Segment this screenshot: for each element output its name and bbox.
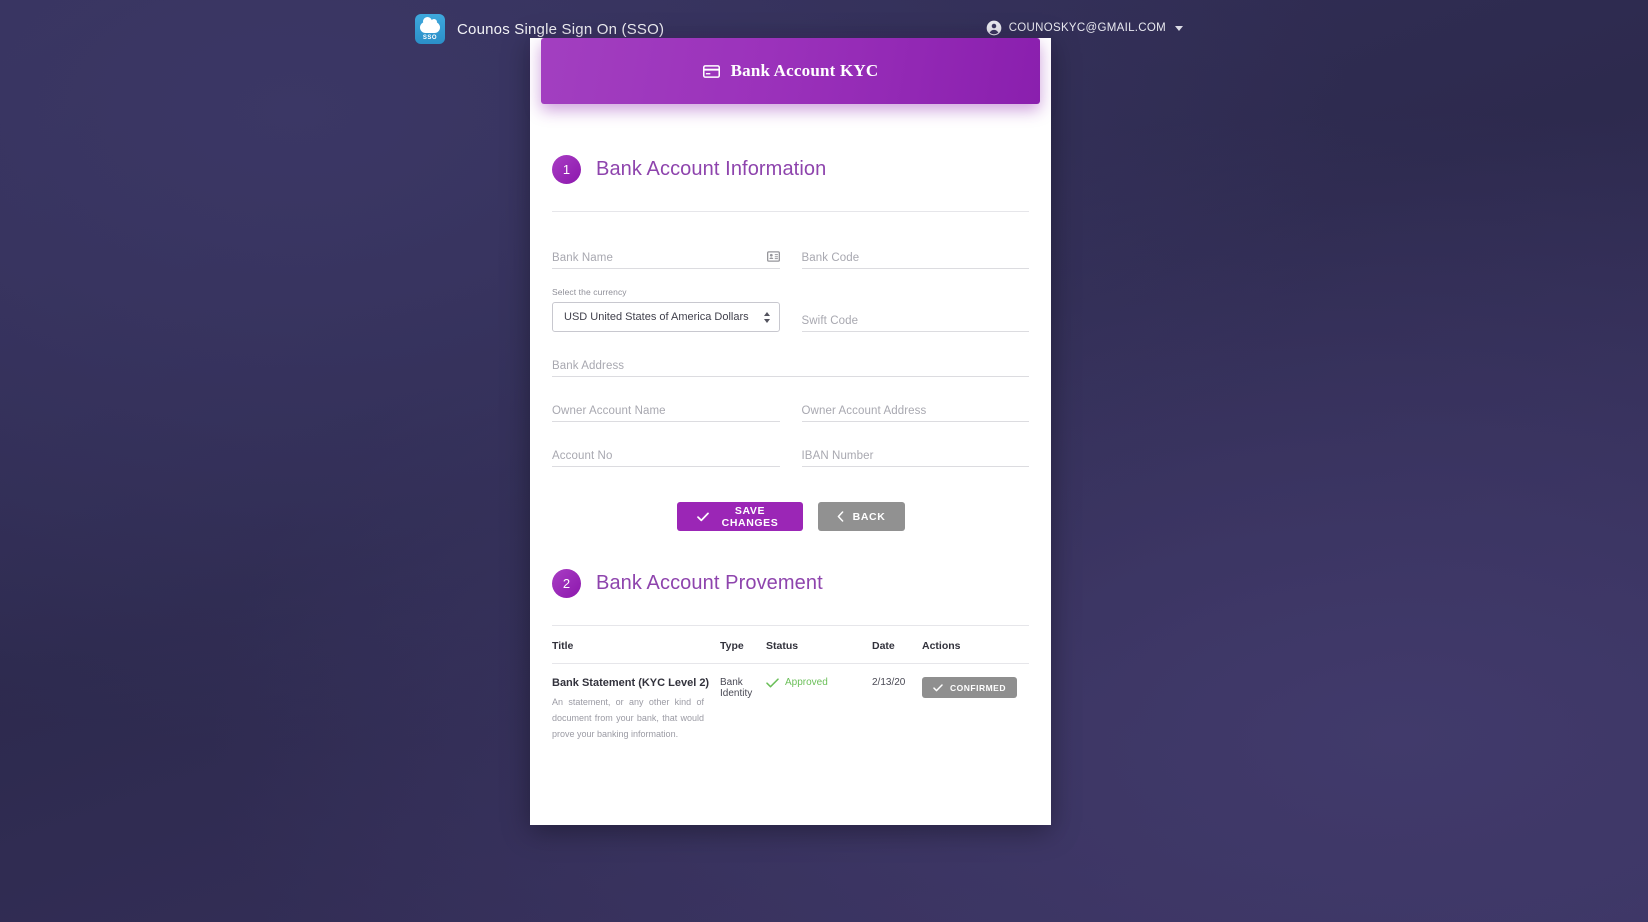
swift-code-input[interactable]: Swift Code [802,315,859,331]
modal-body: 1 Bank Account Information Bank Name Ban… [530,104,1051,825]
save-changes-button[interactable]: SAVE CHANGES [676,502,803,531]
user-email: COUNOSKYC@GMAIL.COM [1008,22,1166,34]
section-divider-2 [552,625,1029,626]
bank-address-input[interactable]: Bank Address [552,360,624,376]
document-title: Bank Statement (KYC Level 2) [552,677,710,689]
column-header-date: Date [872,640,922,664]
account-no-input[interactable]: Account No [552,450,612,466]
currency-label: Select the currency [552,287,627,297]
field-bank-code: Bank Code [801,224,1029,269]
form-actions: SAVE CHANGES BACK [552,467,1029,531]
save-changes-label: SAVE CHANGES [721,504,779,529]
counos-sso-logo-icon: SSO [415,14,445,44]
bank-name-input[interactable]: Bank Name [552,252,613,268]
provement-documents-table: Title Type Status Date Actions Bank Stat… [552,640,1029,742]
owner-account-address-input[interactable]: Owner Account Address [802,405,927,421]
credit-card-icon [702,64,720,78]
column-header-actions: Actions [922,640,1029,664]
cell-actions: CONFIRMED [922,664,1029,743]
select-spinner-icon [763,311,770,323]
column-header-type: Type [720,640,766,664]
chevron-down-icon [1175,25,1183,31]
form-row-bank-address: Bank Address [552,332,1029,377]
app-title: Counos Single Sign On (SSO) [457,20,665,38]
field-iban-number: IBAN Number [801,422,1029,467]
field-bank-address: Bank Address [552,332,1029,377]
bank-code-input[interactable]: Bank Code [802,252,860,268]
check-icon [933,683,943,691]
cell-type: Bank Identity [720,677,753,699]
check-icon [766,677,779,687]
field-swift-code: Swift Code [801,269,1029,332]
field-account-no: Account No [552,422,780,467]
status-badge: Approved [785,677,828,688]
account-circle-icon [986,20,1002,36]
section-title-2: Bank Account Provement [596,572,823,594]
table-row: Bank Statement (KYC Level 2) An statemen… [552,664,1029,743]
section-bank-account-provement: 2 Bank Account Provement [552,531,1029,598]
logo-text: SSO [422,35,438,41]
field-bank-name: Bank Name [552,224,780,269]
back-button[interactable]: BACK [817,502,905,531]
currency-select[interactable]: USD United States of America Dollars [552,302,780,332]
form-row-currency-swift: Select the currency USD United States of… [552,269,1029,332]
form-row-account-iban: Account No IBAN Number [552,422,1029,467]
modal-header: Bank Account KYC [541,38,1040,104]
section-bank-account-information: 1 Bank Account Information [552,104,1029,184]
table-header-row: Title Type Status Date Actions [552,640,1029,664]
iban-number-input[interactable]: IBAN Number [802,450,874,466]
step-number-badge: 1 [552,155,581,184]
form-row-bank-name-code: Bank Name Bank Code [552,224,1029,269]
bank-account-kyc-modal: Bank Account KYC 1 Bank Account Informat… [530,38,1051,825]
cell-status: Approved [766,664,872,743]
bank-account-form: Bank Name Bank Code Select the currency … [552,212,1029,531]
document-description: An statement, or any other kind of docum… [552,697,704,739]
confirmed-button[interactable]: CONFIRMED [922,677,1017,698]
cell-title: Bank Statement (KYC Level 2) An statemen… [552,664,720,743]
cell-date: 2/13/20 [872,677,906,688]
field-owner-account-address: Owner Account Address [801,377,1029,422]
back-label: BACK [852,510,886,523]
form-row-owner: Owner Account Name Owner Account Address [552,377,1029,422]
column-header-status: Status [766,640,872,664]
modal-title: Bank Account KYC [730,61,879,80]
contact-card-icon [766,251,780,262]
check-icon [696,512,709,521]
currency-selected-value: USD United States of America Dollars [564,311,749,323]
column-header-title: Title [552,640,720,664]
section-title: Bank Account Information [596,158,827,180]
user-menu[interactable]: COUNOSKYC@GMAIL.COM [986,20,1183,36]
field-owner-account-name: Owner Account Name [552,377,780,422]
step-number-badge-2: 2 [552,569,581,598]
chevron-left-icon [837,511,843,522]
field-currency: Select the currency USD United States of… [552,269,780,332]
owner-account-name-input[interactable]: Owner Account Name [552,405,666,421]
confirmed-label: CONFIRMED [950,682,1006,693]
